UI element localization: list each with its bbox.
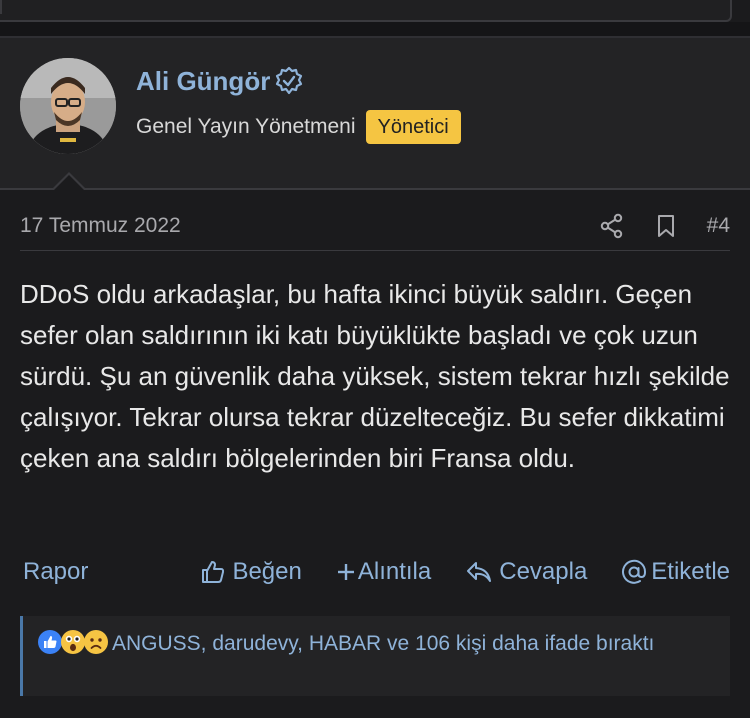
- mention-label: Etiketle: [651, 558, 730, 585]
- reactions-text: ANGUSS, darudevy, HABAR ve 106 kişi daha…: [112, 632, 655, 655]
- report-link[interactable]: Rapor: [23, 558, 88, 586]
- reactions-summary[interactable]: ANGUSS, darudevy, HABAR ve 106 kişi daha…: [20, 616, 730, 696]
- at-sign-icon: [622, 559, 647, 584]
- forum-post: Ali Güngör Genel Yayın Yönetmeni Yönetic…: [0, 36, 750, 718]
- reply-icon: [467, 562, 492, 582]
- quote-label: Alıntıla: [357, 558, 432, 585]
- post-action-bar: Rapor Beğen Alıntıla Cevapla Etiketle: [20, 552, 730, 592]
- forum-thread: Ali Güngör Genel Yayın Yönetmeni Yönetic…: [0, 0, 750, 718]
- reply-button[interactable]: Cevapla: [465, 558, 587, 586]
- meta-divider: [20, 250, 730, 251]
- verified-badge-icon: [274, 66, 304, 96]
- share-icon[interactable]: [599, 213, 625, 239]
- user-title-row: Genel Yayın Yönetmeni Yönetici: [136, 108, 461, 146]
- like-label: Beğen: [232, 558, 302, 585]
- avatar[interactable]: [20, 58, 116, 154]
- post-date[interactable]: 17 Temmuz 2022: [20, 214, 181, 238]
- post-meta-actions: #4: [571, 208, 730, 244]
- mention-button[interactable]: Etiketle: [621, 558, 730, 586]
- username[interactable]: Ali Güngör: [136, 66, 270, 97]
- quote-button[interactable]: Alıntıla: [336, 558, 431, 586]
- thumbs-up-icon: [202, 561, 225, 583]
- like-button[interactable]: Beğen: [200, 558, 302, 586]
- sad-reaction-icon: [83, 629, 109, 655]
- plus-icon: [337, 564, 354, 580]
- post-body-text: DDoS oldu arkadaşlar, bu hafta ikinci bü…: [20, 279, 730, 473]
- reaction-icons: [37, 629, 109, 655]
- username-row: Ali Güngör: [136, 64, 304, 98]
- post-separator: [0, 22, 750, 36]
- user-title: Genel Yayın Yönetmeni: [136, 115, 356, 138]
- post-number-link[interactable]: #4: [707, 214, 730, 238]
- previous-post-edge: [0, 0, 750, 22]
- role-badge: Yönetici: [365, 110, 461, 144]
- bookmark-icon[interactable]: [653, 213, 679, 239]
- post-user-header: Ali Güngör Genel Yayın Yönetmeni Yönetic…: [0, 38, 750, 188]
- post-actions-right: Beğen Alıntıla Cevapla Etiketle: [200, 552, 730, 592]
- post-meta: 17 Temmuz 2022 #4: [20, 208, 730, 244]
- reply-label: Cevapla: [499, 558, 588, 585]
